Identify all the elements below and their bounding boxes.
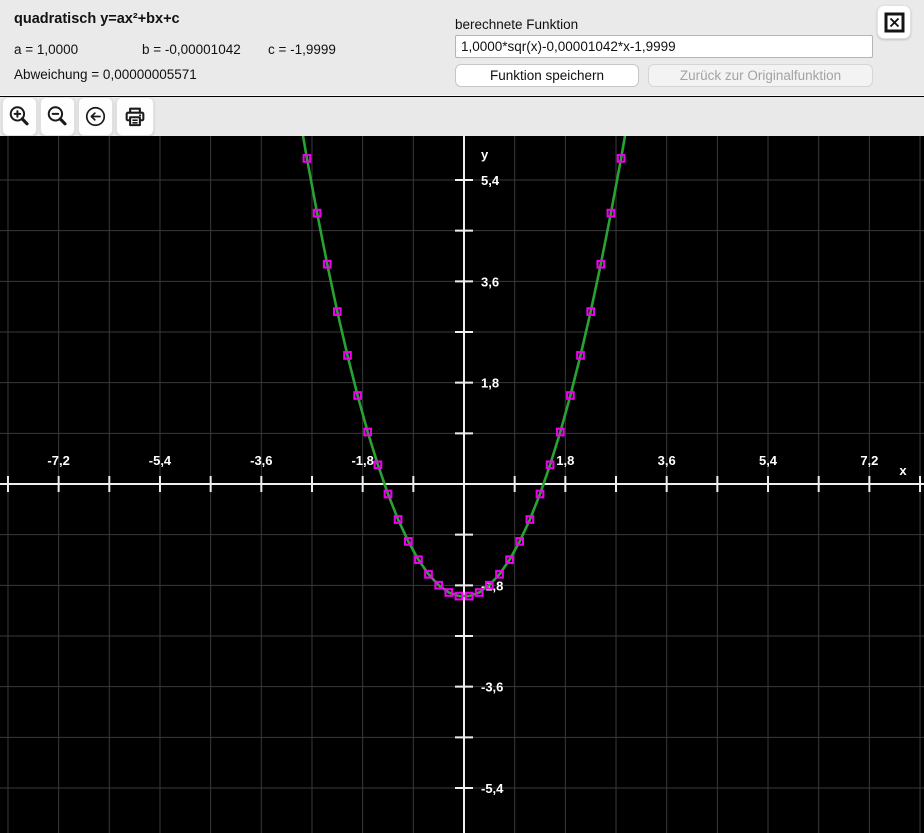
x-axis-label: x: [899, 463, 907, 478]
axes: [0, 136, 924, 833]
function-field-label: berechnete Funktion: [455, 17, 578, 32]
svg-text:5,4: 5,4: [481, 173, 500, 188]
svg-text:-5,4: -5,4: [149, 453, 172, 468]
reset-to-original-button[interactable]: Zurück zur Originalfunktion: [648, 64, 873, 87]
function-plot-canvas: -7,2-5,4-3,6-1,81,83,65,47,25,43,61,8-1,…: [0, 136, 924, 833]
svg-text:5,4: 5,4: [759, 453, 778, 468]
plot-toolbar: [0, 97, 924, 136]
print-button[interactable]: [116, 97, 154, 136]
svg-text:-7,2: -7,2: [47, 453, 69, 468]
svg-text:3,6: 3,6: [658, 453, 676, 468]
param-c: c = -1,9999: [268, 42, 336, 57]
svg-text:1,8: 1,8: [481, 376, 499, 391]
print-icon: [122, 104, 148, 130]
svg-text:-3,6: -3,6: [481, 680, 503, 695]
curve-fit-window: quadratisch y=ax²+bx+c a = 1,0000 b = -0…: [0, 0, 924, 833]
zoom-out-icon: [45, 104, 70, 129]
param-b: b = -0,00001042: [142, 42, 241, 57]
deviation-value: Abweichung = 0,00000005571: [14, 67, 197, 82]
zoom-in-button[interactable]: [2, 97, 37, 136]
y-axis-label: y: [481, 147, 489, 162]
svg-text:-1,8: -1,8: [351, 453, 373, 468]
boxed-x-icon: [884, 12, 905, 33]
undo-view-button[interactable]: [78, 97, 113, 136]
svg-text:-5,4: -5,4: [481, 781, 504, 796]
svg-text:7,2: 7,2: [860, 453, 878, 468]
zoom-in-icon: [7, 104, 32, 129]
tick-labels: -7,2-5,4-3,6-1,81,83,65,47,25,43,61,8-1,…: [47, 147, 907, 796]
model-title: quadratisch y=ax²+bx+c: [14, 11, 180, 27]
undo-arrow-icon: [83, 104, 108, 129]
svg-text:-3,6: -3,6: [250, 453, 272, 468]
function-input[interactable]: [455, 35, 873, 58]
close-button[interactable]: [877, 5, 911, 39]
save-function-button[interactable]: Funktion speichern: [455, 64, 639, 87]
plot-area[interactable]: -7,2-5,4-3,6-1,81,83,65,47,25,43,61,8-1,…: [0, 136, 924, 833]
header-panel: quadratisch y=ax²+bx+c a = 1,0000 b = -0…: [0, 0, 924, 96]
zoom-out-button[interactable]: [40, 97, 75, 136]
svg-text:1,8: 1,8: [556, 453, 574, 468]
param-a: a = 1,0000: [14, 42, 78, 57]
svg-text:3,6: 3,6: [481, 274, 499, 289]
